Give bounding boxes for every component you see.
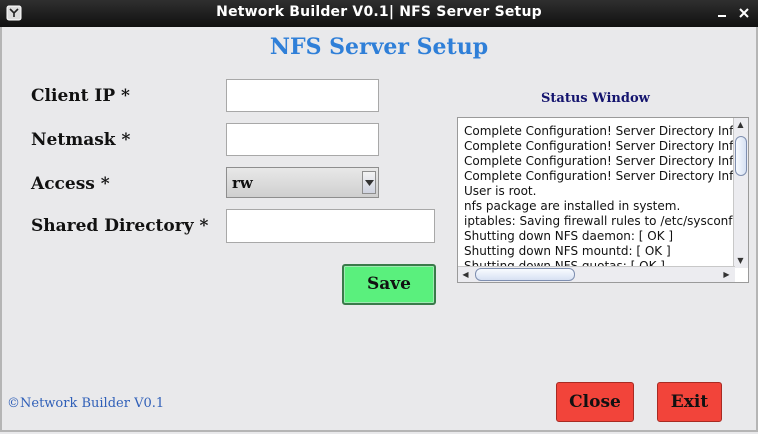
client-ip-label: Client IP * [31,86,130,106]
horizontal-scrollbar[interactable]: ◀ ▶ [458,266,735,282]
dropdown-arrow-icon[interactable] [362,171,376,194]
save-button[interactable]: Save [342,264,436,305]
title-bar[interactable]: Network Builder V0.1| NFS Server Setup [0,0,758,27]
status-log: Complete Configuration! Server Directory… [464,124,734,268]
status-window-title: Status Window [541,91,650,106]
status-line: Complete Configuration! Server Directory… [464,169,734,183]
status-line: iptables: Saving firewall rules to /etc/… [464,214,733,228]
scroll-right-icon[interactable]: ▶ [720,268,733,281]
status-line: Complete Configuration! Server Directory… [464,139,734,153]
status-line: User is root. [464,184,537,198]
access-label: Access * [31,174,110,194]
exit-button[interactable]: Exit [657,382,722,422]
access-select[interactable]: rw [226,167,379,198]
vertical-scroll-thumb[interactable] [735,136,747,176]
access-selected-value: rw [232,174,253,192]
netmask-label: Netmask * [31,130,131,150]
shared-directory-input[interactable] [226,209,435,243]
footer-copyright: ©Network Builder V0.1 [7,396,165,411]
status-line: nfs package are installed in system. [464,199,681,213]
scroll-left-icon[interactable]: ◀ [459,268,472,281]
horizontal-scroll-thumb[interactable] [475,268,575,281]
minimize-icon[interactable] [714,5,730,21]
shared-directory-label: Shared Directory * [31,216,209,236]
status-line: Shutting down NFS daemon: [ OK ] [464,229,674,243]
page-title: NFS Server Setup [269,34,489,60]
client-ip-input[interactable] [226,79,379,112]
vertical-scrollbar[interactable]: ▲ ▼ [733,118,748,268]
close-button[interactable]: Close [556,382,634,422]
close-icon[interactable] [736,5,752,21]
app-window: Network Builder V0.1| NFS Server Setup N… [0,0,758,434]
scroll-down-icon[interactable]: ▼ [734,254,747,267]
window-title: Network Builder V0.1| NFS Server Setup [216,4,542,20]
status-line: Shutting down NFS mountd: [ OK ] [464,244,671,258]
netmask-input[interactable] [226,123,379,156]
scroll-up-icon[interactable]: ▲ [734,118,747,131]
status-window[interactable]: Complete Configuration! Server Directory… [457,117,749,283]
status-line: Complete Configuration! Server Directory… [464,124,734,138]
status-line: Complete Configuration! Server Directory… [464,154,734,168]
